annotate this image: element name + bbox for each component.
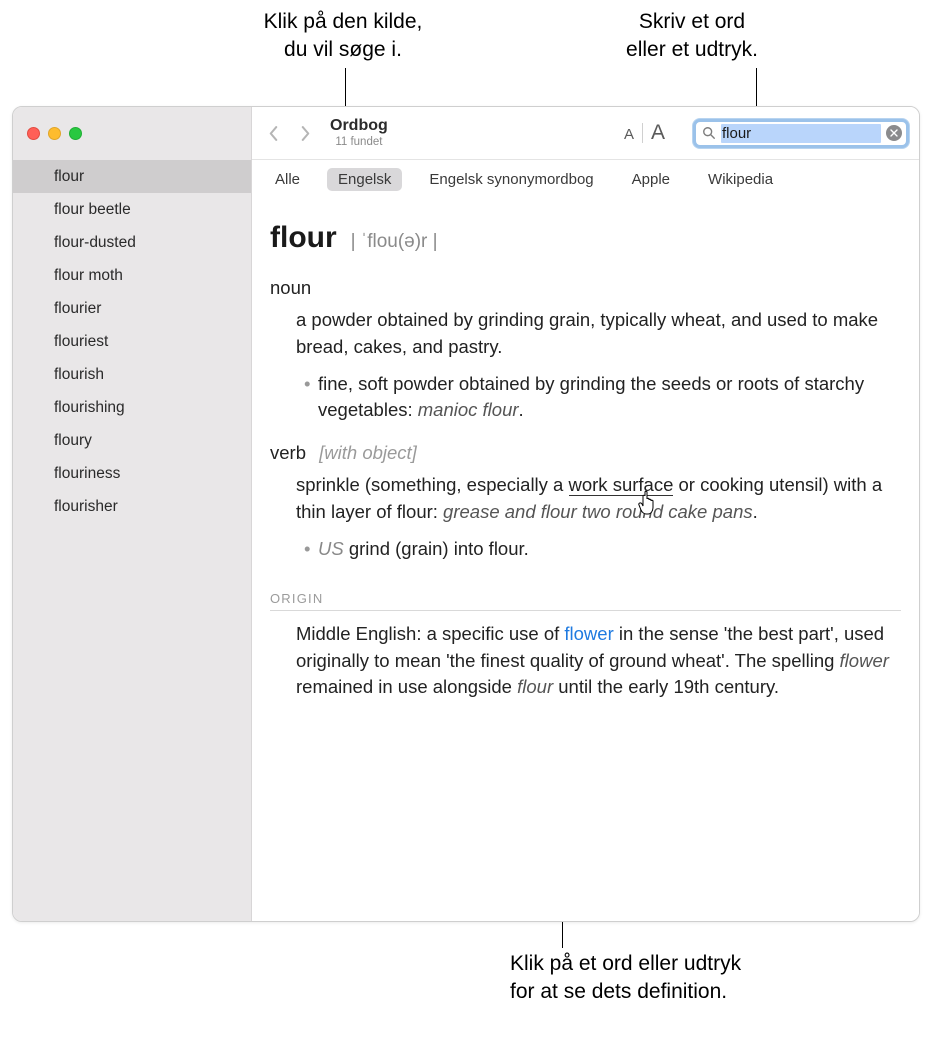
sidebar-item[interactable]: flour-dusted (13, 226, 251, 259)
search-input-value[interactable]: flour (721, 124, 881, 143)
headword-row: flour | ˈflou(ə)r | (270, 221, 901, 255)
definition-content: flour | ˈflou(ə)r | noun a powder obtain… (252, 201, 919, 921)
tab-thesaurus[interactable]: Engelsk synonymordbog (418, 168, 604, 191)
origin-heading: ORIGIN (270, 591, 901, 611)
callout-line (756, 68, 757, 108)
origin-italic: flower (840, 650, 889, 671)
tab-english[interactable]: Engelsk (327, 168, 402, 191)
sidebar-list: flour flour beetle flour-dusted flour mo… (13, 160, 251, 921)
sidebar-item[interactable]: flourish (13, 358, 251, 391)
clear-search-button[interactable] (886, 125, 902, 141)
verb-definition: sprinkle (something, especially a work s… (296, 472, 901, 562)
headword: flour (270, 221, 337, 255)
definition-text: . (519, 399, 524, 420)
search-icon (702, 126, 716, 140)
window-controls (13, 107, 251, 160)
origin-text: remained in use alongside (296, 676, 517, 697)
tab-apple[interactable]: Apple (621, 168, 681, 191)
noun-subdefinition: fine, soft powder obtained by grinding t… (304, 371, 901, 425)
verb-qualifier: [with object] (319, 442, 417, 463)
example-text: grease and flour two round cake pans (443, 501, 753, 522)
sidebar-item[interactable]: flouriest (13, 325, 251, 358)
sidebar: flour flour beetle flour-dusted flour mo… (13, 107, 252, 921)
tab-all[interactable]: Alle (264, 168, 311, 191)
callout-search: Skriv et ord eller et udtryk. (567, 8, 817, 65)
minimize-window-button[interactable] (48, 127, 61, 140)
pronunciation: | ˈflou(ə)r | (351, 231, 438, 253)
cross-reference-link[interactable]: work surface (569, 474, 674, 496)
verb-subdefinition: US grind (grain) into flour. (304, 536, 901, 563)
font-size-controls: A A (616, 121, 673, 145)
toolbar: Ordbog 11 fundet A A flour (252, 107, 919, 160)
region-label: US (318, 538, 344, 559)
sidebar-item[interactable]: floury (13, 424, 251, 457)
definition-text: sprinkle (something, especially a (296, 474, 569, 495)
definition-text: a powder obtained by grinding grain, typ… (296, 309, 878, 357)
pos-verb: verb [with object] (270, 442, 901, 464)
sidebar-item[interactable]: flour beetle (13, 193, 251, 226)
sidebar-item[interactable]: flouriness (13, 457, 251, 490)
sidebar-item[interactable]: flour moth (13, 259, 251, 292)
example-text: manioc flour (418, 399, 519, 420)
callout-definition: Klik på et ord eller udtryk for at se de… (510, 950, 870, 1007)
search-field[interactable]: flour (693, 119, 909, 148)
definition-text: grind (grain) into flour. (344, 538, 529, 559)
forward-button[interactable] (292, 119, 318, 147)
main-content: Ordbog 11 fundet A A flour (252, 107, 919, 921)
results-count: 11 fundet (330, 136, 388, 149)
origin-text: until the early 19th century. (553, 676, 779, 697)
app-title: Ordbog (330, 117, 388, 135)
pos-label: verb (270, 442, 306, 463)
definition-text: . (753, 501, 758, 522)
dictionary-window: flour flour beetle flour-dusted flour mo… (12, 106, 920, 922)
font-decrease-button[interactable]: A (616, 126, 642, 143)
sidebar-item[interactable]: flourisher (13, 490, 251, 523)
pos-noun: noun (270, 277, 901, 299)
close-window-button[interactable] (27, 127, 40, 140)
font-increase-button[interactable]: A (643, 121, 673, 145)
cross-reference-link[interactable]: flower (564, 623, 613, 644)
callout-source: Klik på den kilde, du vil søge i. (213, 8, 473, 65)
tab-wikipedia[interactable]: Wikipedia (697, 168, 784, 191)
title-block: Ordbog 11 fundet (330, 117, 388, 148)
source-tabs: Alle Engelsk Engelsk synonymordbog Apple… (252, 160, 919, 201)
definition-text: fine, soft powder obtained by grinding t… (318, 373, 864, 421)
sidebar-item[interactable]: flourier (13, 292, 251, 325)
origin-italic: flour (517, 676, 553, 697)
noun-definition: a powder obtained by grinding grain, typ… (296, 307, 901, 424)
fullscreen-window-button[interactable] (69, 127, 82, 140)
origin-text: Middle English: a specific use of (296, 623, 564, 644)
origin-body: Middle English: a specific use of flower… (296, 621, 901, 701)
sidebar-item[interactable]: flour (13, 160, 251, 193)
back-button[interactable] (260, 119, 286, 147)
sidebar-item[interactable]: flourishing (13, 391, 251, 424)
